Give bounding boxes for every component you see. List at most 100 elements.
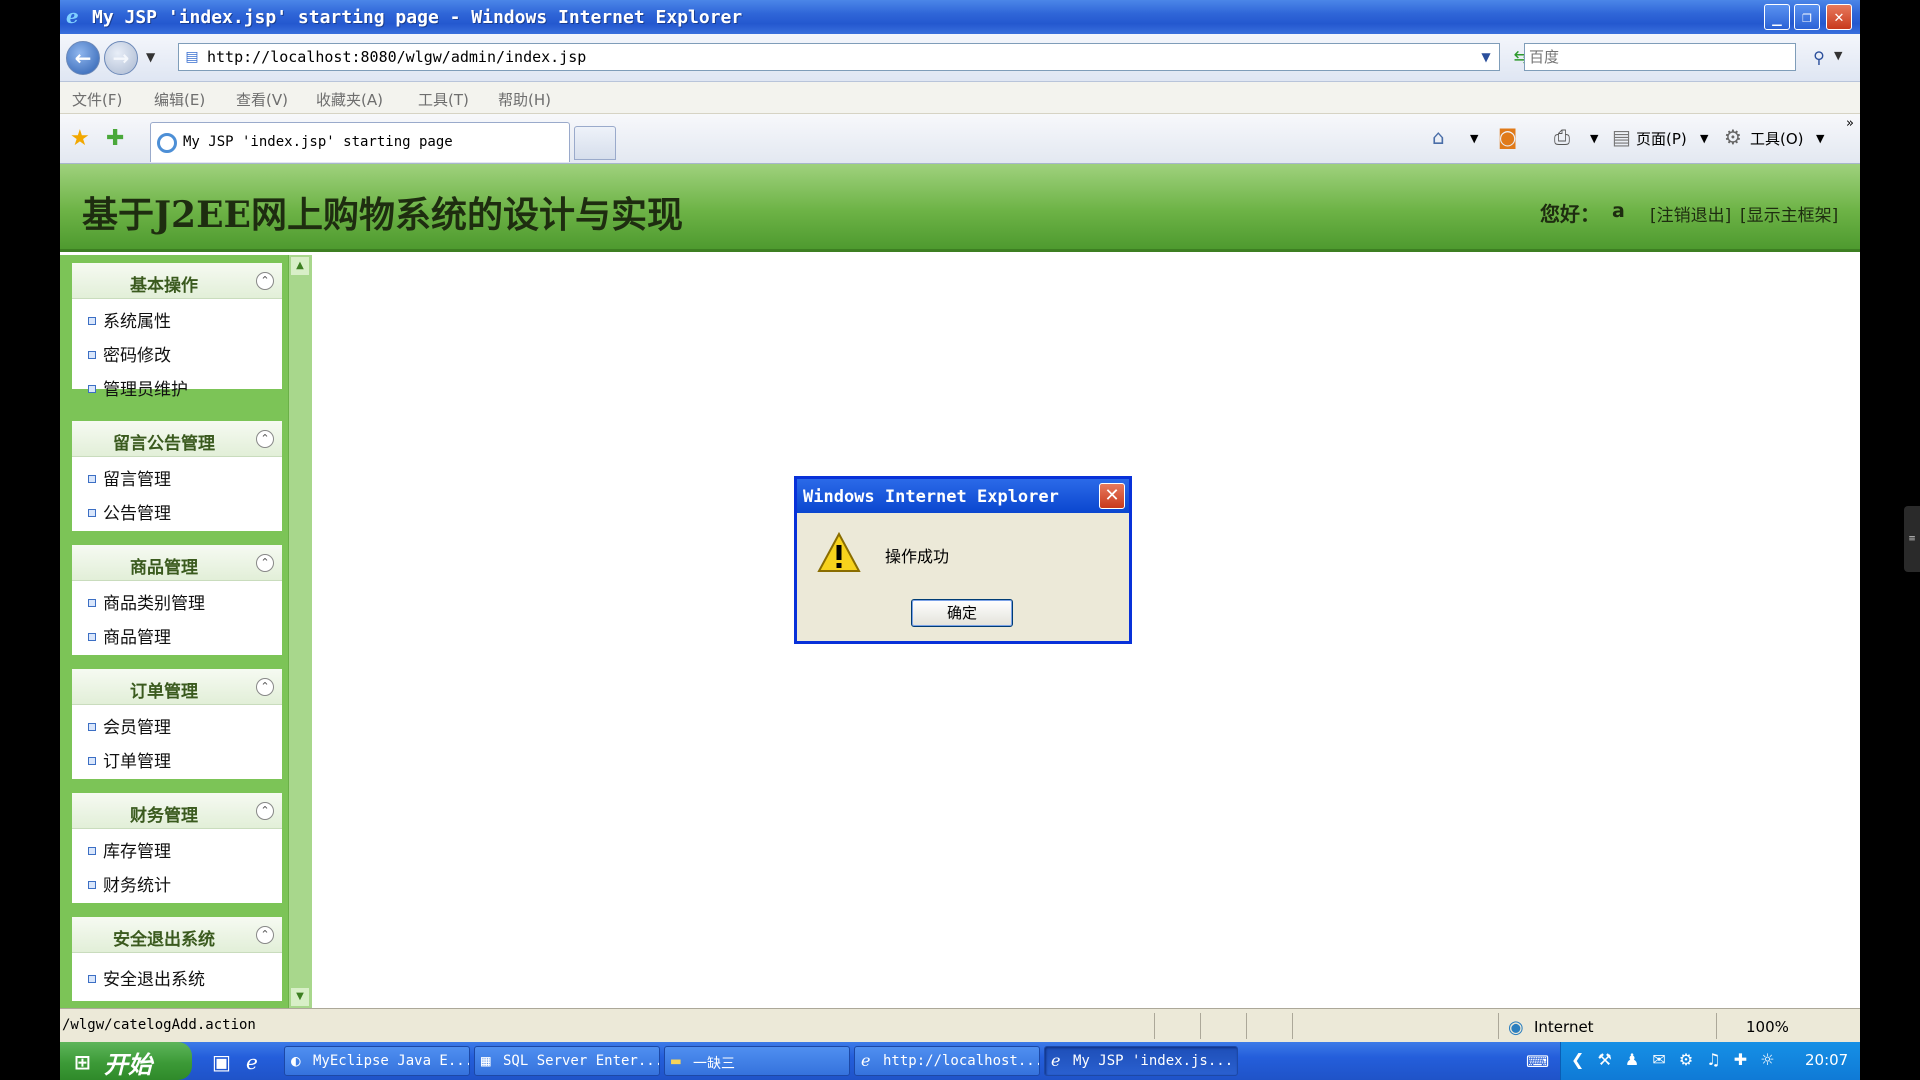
sidebar-item-member-management[interactable]: 会员管理: [88, 713, 171, 738]
collapse-icon[interactable]: ⌃: [256, 926, 274, 944]
menu-view[interactable]: 查看(V): [236, 89, 288, 110]
show-main-frame-link[interactable]: [显示主框架]: [1740, 201, 1838, 226]
page-menu-icon[interactable]: ▤: [1612, 125, 1631, 149]
tray-icons[interactable]: ❮ ⚒ ♟ ✉ ⚙ ♫ ✚ ☼: [1571, 1050, 1779, 1069]
maximize-button[interactable]: ❐: [1794, 4, 1820, 30]
sidebar-item-message-management[interactable]: 留言管理: [88, 465, 171, 490]
menu-bar: 文件(F) 编辑(E) 查看(V) 收藏夹(A) 工具(T) 帮助(H): [60, 82, 1860, 114]
menu-edit[interactable]: 编辑(E): [154, 89, 205, 110]
tools-menu-button[interactable]: 工具(O): [1750, 128, 1804, 149]
page-title: 基于J2EE网上购物系统的设计与实现: [82, 194, 683, 236]
folder-icon: ▬: [671, 1051, 681, 1070]
zoom-level[interactable]: 100%: [1746, 1018, 1789, 1036]
sidebar-item-system-properties[interactable]: 系统属性: [88, 307, 171, 332]
new-tab-button[interactable]: [574, 126, 616, 160]
ok-button[interactable]: 确定: [911, 599, 1013, 627]
feeds-icon[interactable]: ◙: [1498, 125, 1517, 149]
scroll-up-icon[interactable]: ▲: [291, 257, 309, 275]
sidebar-item-product-management[interactable]: 商品管理: [88, 623, 171, 648]
sidebar-item-order-management[interactable]: 订单管理: [88, 747, 171, 772]
sidebar-item-category-management[interactable]: 商品类别管理: [88, 589, 205, 614]
group-header[interactable]: 安全退出系统 ⌃: [72, 917, 282, 953]
sidebar-item-label: 会员管理: [103, 718, 171, 738]
search-input[interactable]: [1529, 47, 1789, 67]
collapse-icon[interactable]: ⌃: [256, 678, 274, 696]
collapse-icon[interactable]: ⌃: [256, 430, 274, 448]
taskbar-button-ie-localhost[interactable]: e http://localhost...: [854, 1046, 1040, 1076]
gear-icon[interactable]: ⚙: [1724, 125, 1742, 149]
greeting-label: 您好：: [1540, 202, 1600, 226]
print-dropdown-icon[interactable]: ▼: [1590, 132, 1598, 145]
collapse-icon[interactable]: ⌃: [256, 554, 274, 572]
taskbar-button-sql-server[interactable]: ▦ SQL Server Enter...: [474, 1046, 660, 1076]
chevron-more-icon[interactable]: »: [1846, 116, 1854, 131]
group-header[interactable]: 财务管理 ⌃: [72, 793, 282, 829]
clock: 20:07: [1805, 1051, 1849, 1069]
back-button[interactable]: ←: [66, 41, 100, 75]
sidebar: 基本操作 ⌃ 系统属性 密码修改 管理员维护 留言公告管理 ⌃ 留言管理 公告管…: [60, 255, 312, 1008]
dialog-titlebar[interactable]: Windows Internet Explorer ✕: [797, 479, 1129, 513]
edge-handle-icon[interactable]: ≡: [1904, 506, 1920, 572]
url-dropdown-icon[interactable]: ▼: [1477, 48, 1495, 66]
ie-quicklaunch-icon[interactable]: e: [246, 1050, 258, 1074]
history-dropdown-icon[interactable]: ▼: [146, 50, 155, 64]
dialog-message: 操作成功: [885, 547, 950, 566]
security-zone[interactable]: Internet: [1534, 1018, 1594, 1036]
search-field[interactable]: [1524, 43, 1796, 71]
scroll-down-icon[interactable]: ▼: [291, 988, 309, 1006]
group-title: 留言公告管理: [113, 434, 215, 454]
menu-favorites[interactable]: 收藏夹(A): [316, 89, 383, 110]
sidebar-item-password-change[interactable]: 密码修改: [88, 341, 171, 366]
menu-file[interactable]: 文件(F): [72, 89, 122, 110]
tools-dropdown-icon[interactable]: ▼: [1816, 132, 1824, 145]
group-header[interactable]: 基本操作 ⌃: [72, 263, 282, 299]
taskbar-button-folder[interactable]: ▬ 一缺三: [664, 1046, 850, 1076]
ie-icon: e: [861, 1051, 871, 1070]
sidebar-item-announcement-management[interactable]: 公告管理: [88, 499, 171, 524]
group-header[interactable]: 留言公告管理 ⌃: [72, 421, 282, 457]
sidebar-item-inventory-management[interactable]: 库存管理: [88, 837, 171, 862]
add-favorite-icon[interactable]: ✚: [106, 126, 124, 151]
window-titlebar[interactable]: e My JSP 'index.jsp' starting page - Win…: [60, 0, 1860, 34]
screen: e My JSP 'index.jsp' starting page - Win…: [60, 0, 1860, 1080]
sidebar-item-admin-maintenance[interactable]: 管理员维护: [88, 375, 188, 400]
search-options-icon[interactable]: ▼: [1834, 49, 1842, 62]
minimize-button[interactable]: _: [1764, 4, 1790, 30]
eclipse-icon: ◐: [291, 1051, 301, 1070]
taskbar-button-ie-index[interactable]: e My JSP 'index.js...: [1044, 1046, 1238, 1076]
page-dropdown-icon[interactable]: ▼: [1700, 132, 1708, 145]
url-input[interactable]: [207, 47, 1457, 67]
close-button[interactable]: ✕: [1826, 4, 1852, 30]
tab-current-page[interactable]: My JSP 'index.jsp' starting page: [150, 122, 570, 162]
dialog-close-button[interactable]: ✕: [1099, 483, 1125, 509]
internet-zone-icon: ◉: [1508, 1017, 1524, 1038]
status-divider: [1154, 1013, 1155, 1039]
bullet-icon: [88, 385, 96, 393]
menu-help[interactable]: 帮助(H): [498, 89, 551, 110]
taskbar-label: 一缺三: [693, 1056, 735, 1072]
collapse-icon[interactable]: ⌃: [256, 272, 274, 290]
page-menu-button[interactable]: 页面(P): [1636, 128, 1687, 149]
home-dropdown-icon[interactable]: ▼: [1470, 132, 1478, 145]
keyboard-icon[interactable]: ⌨: [1526, 1052, 1549, 1071]
sidebar-item-finance-statistics[interactable]: 财务统计: [88, 871, 171, 896]
taskbar-button-myeclipse[interactable]: ◐ MyEclipse Java E...: [284, 1046, 470, 1076]
start-button[interactable]: ⊞ 开始: [60, 1042, 192, 1080]
address-field[interactable]: ▤ ▼: [178, 43, 1500, 71]
show-desktop-icon[interactable]: ▣: [212, 1050, 231, 1074]
sidebar-item-safe-logout[interactable]: 安全退出系统: [88, 965, 205, 990]
search-icon[interactable]: ⚲: [1806, 45, 1832, 71]
favorites-star-icon[interactable]: ★: [70, 126, 90, 151]
collapse-icon[interactable]: ⌃: [256, 802, 274, 820]
group-header[interactable]: 订单管理 ⌃: [72, 669, 282, 705]
forward-button[interactable]: →: [104, 41, 138, 75]
tab-label: My JSP 'index.jsp' starting page: [183, 134, 453, 150]
sidebar-item-label: 密码修改: [103, 346, 171, 366]
status-divider: [1246, 1013, 1247, 1039]
menu-tools[interactable]: 工具(T): [418, 89, 469, 110]
home-icon[interactable]: ⌂: [1432, 125, 1445, 149]
sidebar-scrollbar[interactable]: ▲ ▼: [288, 255, 312, 1008]
group-header[interactable]: 商品管理 ⌃: [72, 545, 282, 581]
print-icon[interactable]: ⎙: [1554, 125, 1570, 149]
logout-link[interactable]: [注销退出]: [1650, 201, 1731, 226]
